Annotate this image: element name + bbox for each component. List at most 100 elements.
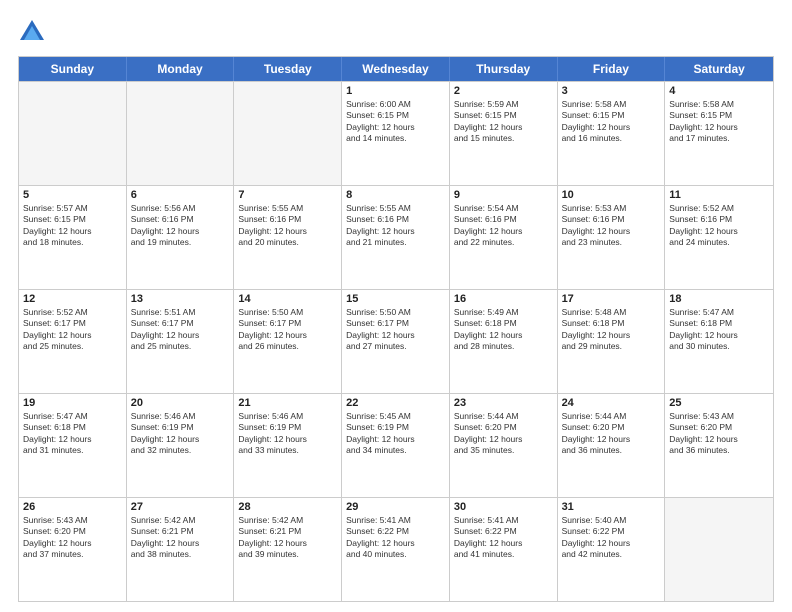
day-number: 5 (23, 189, 122, 201)
day-info: Sunrise: 5:44 AM Sunset: 6:20 PM Dayligh… (562, 411, 661, 457)
logo (18, 18, 50, 46)
calendar-cell: 18 Sunrise: 5:47 AM Sunset: 6:18 PM Dayli… (665, 290, 773, 393)
calendar-cell: 6 Sunrise: 5:56 AM Sunset: 6:16 PM Daylig… (127, 186, 235, 289)
calendar-cell: 31Sunrise: 5:40 AM Sunset: 6:22 PM Dayli… (558, 498, 666, 601)
day-info: Sunrise: 5:42 AM Sunset: 6:21 PM Dayligh… (238, 515, 337, 561)
day-number: 9 (454, 189, 553, 201)
day-number: 14 (238, 293, 337, 305)
day-info: Sunrise: 5:47 AM Sunset: 6:18 PM Dayligh… (669, 307, 769, 353)
day-number: 4 (669, 85, 769, 97)
day-info: Sunrise: 5:45 AM Sunset: 6:19 PM Dayligh… (346, 411, 445, 457)
day-number: 17 (562, 293, 661, 305)
calendar-cell: 28 Sunrise: 5:42 AM Sunset: 6:21 PM Dayli… (234, 498, 342, 601)
day-number: 22 (346, 397, 445, 409)
calendar-cell: 11Sunrise: 5:52 AM Sunset: 6:16 PM Dayli… (665, 186, 773, 289)
day-number: 10 (562, 189, 661, 201)
calendar-cell: 10 Sunrise: 5:53 AM Sunset: 6:16 PM Dayli… (558, 186, 666, 289)
calendar-cell: 29 Sunrise: 5:41 AM Sunset: 6:22 PM Dayli… (342, 498, 450, 601)
calendar-row-3: 12 Sunrise: 5:52 AM Sunset: 6:17 PM Dayli… (19, 289, 773, 393)
calendar-row-4: 19Sunrise: 5:47 AM Sunset: 6:18 PM Dayli… (19, 393, 773, 497)
calendar-header: SundayMondayTuesdayWednesdayThursdayFrid… (19, 57, 773, 81)
day-number: 29 (346, 501, 445, 513)
day-number: 24 (562, 397, 661, 409)
day-info: Sunrise: 5:50 AM Sunset: 6:17 PM Dayligh… (238, 307, 337, 353)
header-day-sunday: Sunday (19, 57, 127, 81)
day-number: 20 (131, 397, 230, 409)
calendar-cell: 14 Sunrise: 5:50 AM Sunset: 6:17 PM Dayli… (234, 290, 342, 393)
calendar-cell: 23 Sunrise: 5:44 AM Sunset: 6:20 PM Dayli… (450, 394, 558, 497)
calendar-cell: 8 Sunrise: 5:55 AM Sunset: 6:16 PM Daylig… (342, 186, 450, 289)
day-info: Sunrise: 5:58 AM Sunset: 6:15 PM Dayligh… (669, 99, 769, 145)
calendar-cell: 12 Sunrise: 5:52 AM Sunset: 6:17 PM Dayli… (19, 290, 127, 393)
day-number: 16 (454, 293, 553, 305)
day-number: 28 (238, 501, 337, 513)
day-info: Sunrise: 5:47 AM Sunset: 6:18 PM Dayligh… (23, 411, 122, 457)
day-number: 3 (562, 85, 661, 97)
day-info: Sunrise: 5:51 AM Sunset: 6:17 PM Dayligh… (131, 307, 230, 353)
day-number: 12 (23, 293, 122, 305)
day-number: 31 (562, 501, 661, 513)
day-info: Sunrise: 5:58 AM Sunset: 6:15 PM Dayligh… (562, 99, 661, 145)
day-info: Sunrise: 5:59 AM Sunset: 6:15 PM Dayligh… (454, 99, 553, 145)
calendar-cell: 22 Sunrise: 5:45 AM Sunset: 6:19 PM Dayli… (342, 394, 450, 497)
day-info: Sunrise: 5:44 AM Sunset: 6:20 PM Dayligh… (454, 411, 553, 457)
day-number: 27 (131, 501, 230, 513)
day-info: Sunrise: 6:00 AM Sunset: 6:15 PM Dayligh… (346, 99, 445, 145)
calendar-cell: 9Sunrise: 5:54 AM Sunset: 6:16 PM Daylig… (450, 186, 558, 289)
header-day-wednesday: Wednesday (342, 57, 450, 81)
day-number: 1 (346, 85, 445, 97)
calendar-cell: 5 Sunrise: 5:57 AM Sunset: 6:15 PM Daylig… (19, 186, 127, 289)
calendar-cell: 16 Sunrise: 5:49 AM Sunset: 6:18 PM Dayli… (450, 290, 558, 393)
header-day-thursday: Thursday (450, 57, 558, 81)
calendar-cell: 4 Sunrise: 5:58 AM Sunset: 6:15 PM Daylig… (665, 82, 773, 185)
calendar: SundayMondayTuesdayWednesdayThursdayFrid… (18, 56, 774, 602)
day-number: 26 (23, 501, 122, 513)
day-info: Sunrise: 5:55 AM Sunset: 6:16 PM Dayligh… (238, 203, 337, 249)
header-day-saturday: Saturday (665, 57, 773, 81)
calendar-cell: 2 Sunrise: 5:59 AM Sunset: 6:15 PM Daylig… (450, 82, 558, 185)
day-info: Sunrise: 5:57 AM Sunset: 6:15 PM Dayligh… (23, 203, 122, 249)
calendar-cell (234, 82, 342, 185)
page: SundayMondayTuesdayWednesdayThursdayFrid… (0, 0, 792, 612)
day-number: 23 (454, 397, 553, 409)
day-info: Sunrise: 5:43 AM Sunset: 6:20 PM Dayligh… (23, 515, 122, 561)
day-info: Sunrise: 5:41 AM Sunset: 6:22 PM Dayligh… (346, 515, 445, 561)
day-info: Sunrise: 5:52 AM Sunset: 6:17 PM Dayligh… (23, 307, 122, 353)
calendar-cell (665, 498, 773, 601)
day-info: Sunrise: 5:46 AM Sunset: 6:19 PM Dayligh… (238, 411, 337, 457)
calendar-row-2: 5 Sunrise: 5:57 AM Sunset: 6:15 PM Daylig… (19, 185, 773, 289)
calendar-body: 1 Sunrise: 6:00 AM Sunset: 6:15 PM Daylig… (19, 81, 773, 601)
day-number: 18 (669, 293, 769, 305)
calendar-cell: 26 Sunrise: 5:43 AM Sunset: 6:20 PM Dayli… (19, 498, 127, 601)
logo-icon (18, 18, 46, 46)
calendar-cell (127, 82, 235, 185)
header (18, 18, 774, 46)
day-info: Sunrise: 5:42 AM Sunset: 6:21 PM Dayligh… (131, 515, 230, 561)
day-info: Sunrise: 5:55 AM Sunset: 6:16 PM Dayligh… (346, 203, 445, 249)
day-info: Sunrise: 5:41 AM Sunset: 6:22 PM Dayligh… (454, 515, 553, 561)
day-info: Sunrise: 5:53 AM Sunset: 6:16 PM Dayligh… (562, 203, 661, 249)
calendar-cell: 27 Sunrise: 5:42 AM Sunset: 6:21 PM Dayli… (127, 498, 235, 601)
calendar-cell: 24 Sunrise: 5:44 AM Sunset: 6:20 PM Dayli… (558, 394, 666, 497)
day-number: 13 (131, 293, 230, 305)
calendar-row-1: 1 Sunrise: 6:00 AM Sunset: 6:15 PM Daylig… (19, 81, 773, 185)
day-number: 11 (669, 189, 769, 201)
day-number: 15 (346, 293, 445, 305)
day-number: 21 (238, 397, 337, 409)
day-number: 2 (454, 85, 553, 97)
calendar-cell: 7 Sunrise: 5:55 AM Sunset: 6:16 PM Daylig… (234, 186, 342, 289)
day-info: Sunrise: 5:48 AM Sunset: 6:18 PM Dayligh… (562, 307, 661, 353)
day-number: 30 (454, 501, 553, 513)
day-number: 8 (346, 189, 445, 201)
day-info: Sunrise: 5:56 AM Sunset: 6:16 PM Dayligh… (131, 203, 230, 249)
header-day-tuesday: Tuesday (234, 57, 342, 81)
day-number: 6 (131, 189, 230, 201)
calendar-cell: 1 Sunrise: 6:00 AM Sunset: 6:15 PM Daylig… (342, 82, 450, 185)
day-number: 7 (238, 189, 337, 201)
calendar-cell: 21 Sunrise: 5:46 AM Sunset: 6:19 PM Dayli… (234, 394, 342, 497)
header-day-friday: Friday (558, 57, 666, 81)
calendar-cell: 13 Sunrise: 5:51 AM Sunset: 6:17 PM Dayli… (127, 290, 235, 393)
day-info: Sunrise: 5:49 AM Sunset: 6:18 PM Dayligh… (454, 307, 553, 353)
calendar-cell: 3 Sunrise: 5:58 AM Sunset: 6:15 PM Daylig… (558, 82, 666, 185)
calendar-cell (19, 82, 127, 185)
